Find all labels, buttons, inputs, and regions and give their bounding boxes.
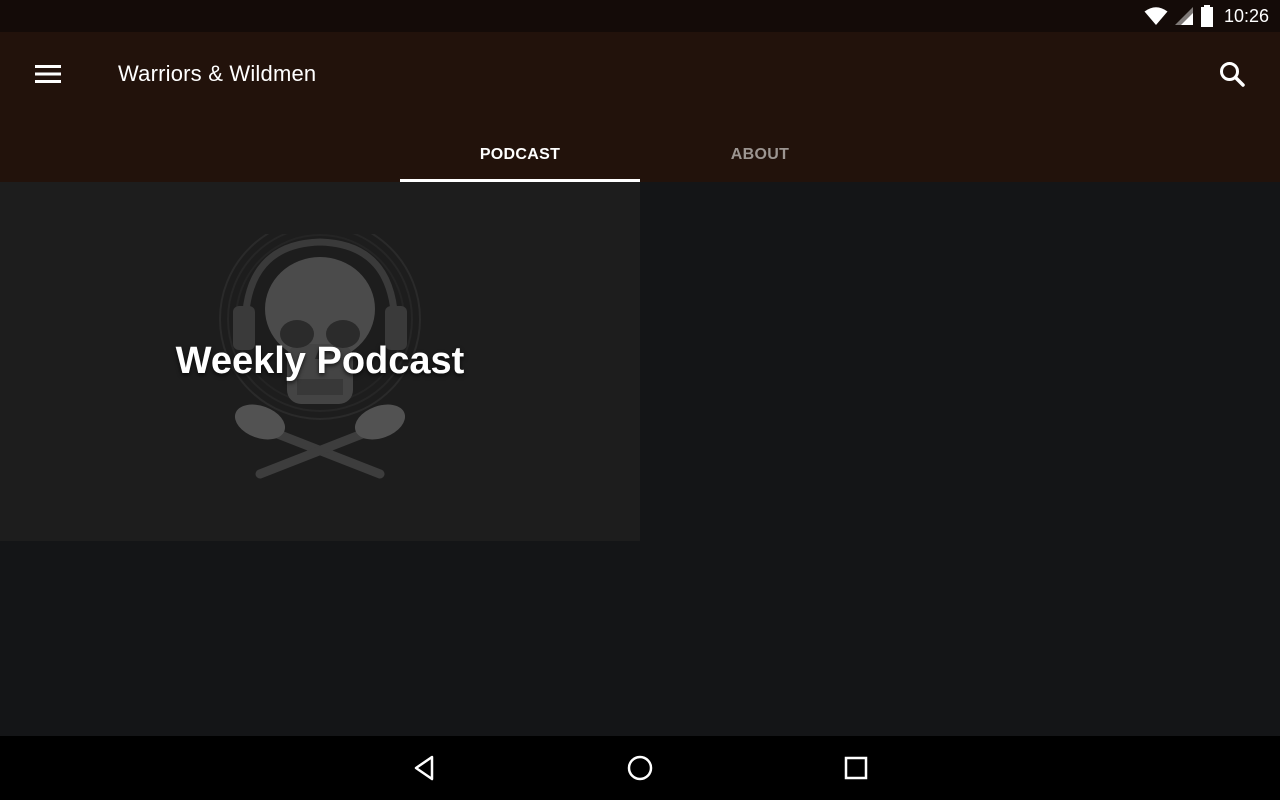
tab-about[interactable]: ABOUT <box>640 128 880 182</box>
app-title: Warriors & Wildmen <box>118 61 317 86</box>
podcast-card[interactable]: Weekly Podcast <box>0 182 640 541</box>
card-title: Weekly Podcast <box>175 340 465 382</box>
tab-about-label: ABOUT <box>730 146 790 163</box>
wifi-icon <box>1144 7 1168 25</box>
status-icons <box>1144 5 1214 27</box>
status-bar: 10:26 <box>0 0 1280 32</box>
back-icon <box>414 755 434 781</box>
recents-icon <box>844 756 868 780</box>
home-button[interactable] <box>616 744 664 792</box>
system-nav-bar <box>0 736 1280 800</box>
recents-button[interactable] <box>832 744 880 792</box>
home-icon <box>627 755 653 781</box>
menu-icon <box>35 65 61 83</box>
search-icon <box>1220 62 1245 87</box>
signal-icon <box>1174 7 1193 25</box>
tab-podcast[interactable]: PODCAST <box>400 128 640 182</box>
tab-podcast-label: PODCAST <box>479 146 561 163</box>
back-button[interactable] <box>400 744 448 792</box>
app-bar: Warriors & Wildmen PODCAST ABOUT <box>0 32 1280 182</box>
clock: 10:26 <box>1223 5 1269 26</box>
tab-bar: PODCAST ABOUT <box>400 128 880 182</box>
battery-icon <box>1200 5 1213 27</box>
search-button[interactable] <box>1208 50 1256 98</box>
menu-button[interactable] <box>24 50 72 98</box>
content-area: Weekly Podcast <box>0 182 1280 736</box>
